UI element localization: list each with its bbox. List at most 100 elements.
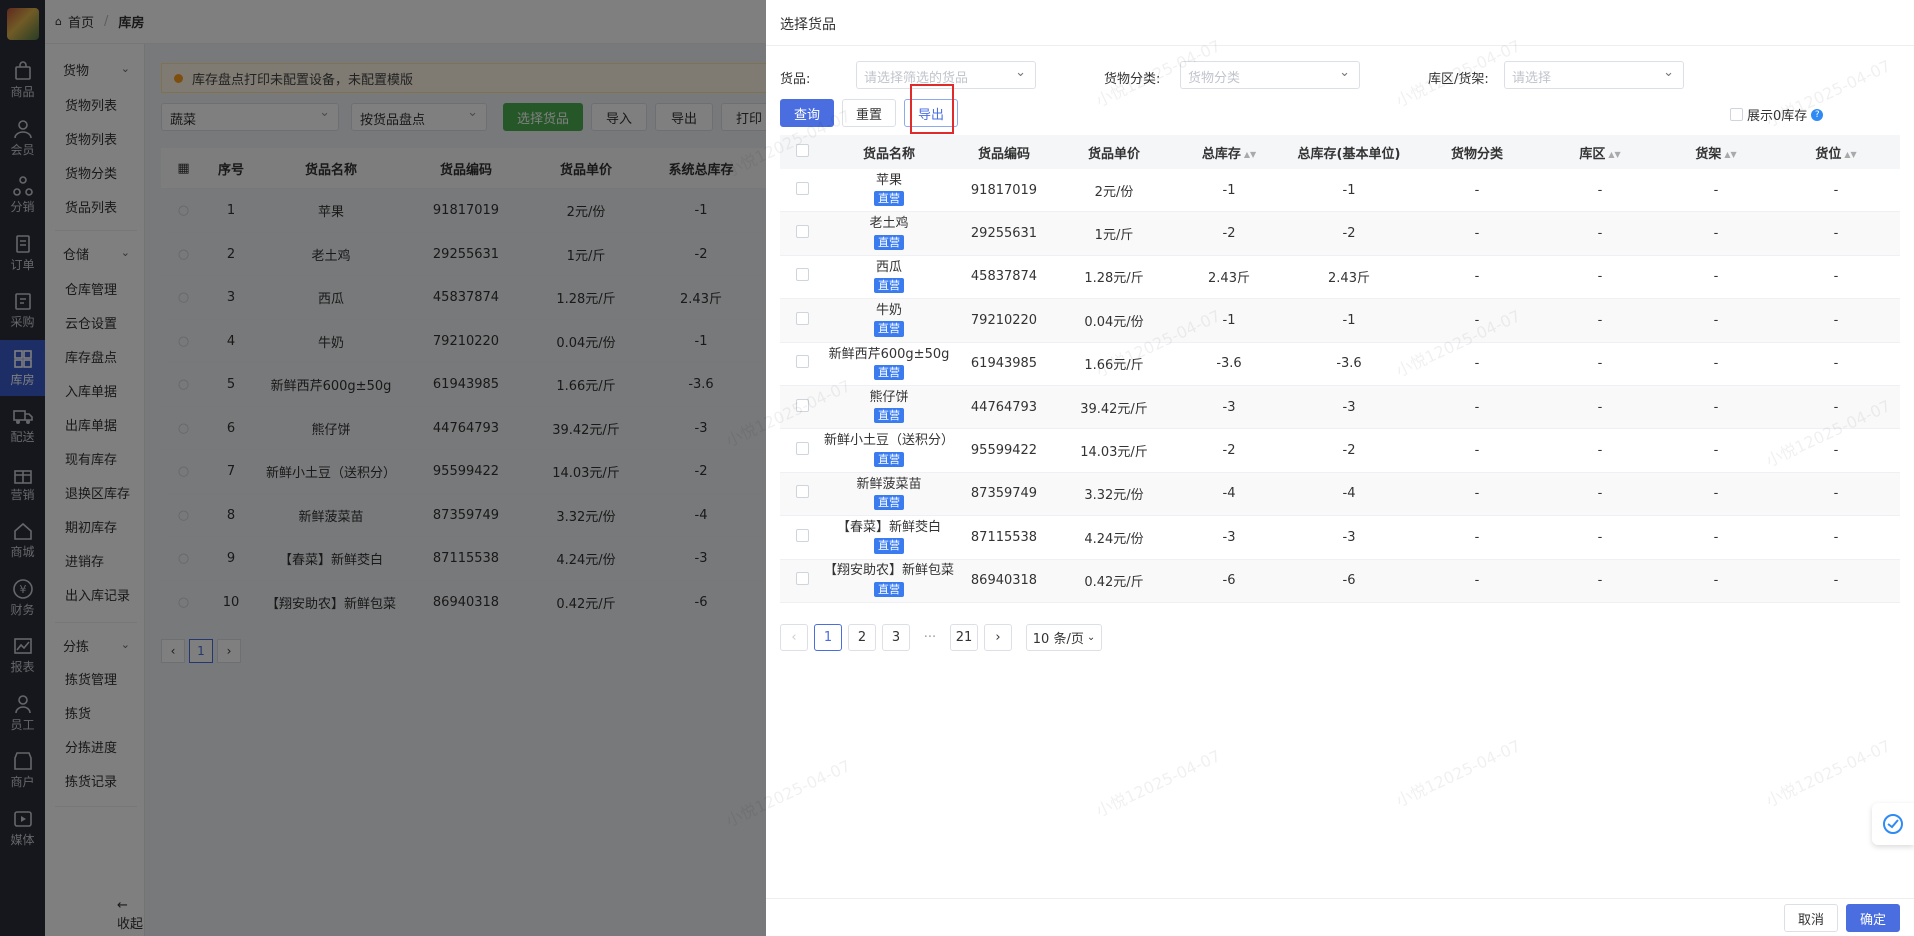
row-checkbox[interactable] <box>780 268 824 285</box>
category-filter-label: 货物分类: <box>1104 72 1161 87</box>
table-cell: - <box>1474 443 1480 459</box>
direct-sale-badge: 直营 <box>874 191 904 207</box>
row-checkbox[interactable] <box>780 528 824 546</box>
direct-sale-badge: 直营 <box>874 494 904 511</box>
goods-name-cell: 【翔安助农】新鲜包菜 直营 <box>824 564 954 597</box>
page-size-select[interactable]: 10 条/页 ⌄ <box>1026 624 1102 651</box>
table-cell: - <box>1713 226 1719 242</box>
chevron-down-icon: ⌄ <box>1339 65 1350 80</box>
goods-name-cell: 新鲜小土豆（送积分） 直营 <box>824 433 955 467</box>
table-cell: -3 <box>1342 529 1356 545</box>
show-zero-stock-toggle[interactable]: 展示0库存 ? <box>1730 105 1824 124</box>
col-header-stock[interactable]: 总库存 ▲▼ <box>1174 143 1284 162</box>
table-cell: -2 <box>1342 226 1356 242</box>
confirm-button[interactable]: 确定 <box>1846 904 1900 932</box>
table-cell: - <box>1833 443 1839 459</box>
show-zero-checkbox[interactable] <box>1730 108 1743 121</box>
table-cell: -2 <box>1342 443 1356 459</box>
help-icon[interactable]: ? <box>1811 108 1824 121</box>
sort-icon[interactable]: ▲▼ <box>1244 150 1256 159</box>
row-checkbox[interactable] <box>780 398 824 416</box>
table-cell: 91817019 <box>970 182 1038 198</box>
col-header-shelf[interactable]: 货架 ▲▼ <box>1660 143 1772 162</box>
table-cell: -3.6 <box>1336 356 1362 372</box>
table-cell: 79210220 <box>970 312 1038 328</box>
page-button[interactable]: 2 <box>848 624 876 651</box>
table-row[interactable]: 新鲜小土豆（送积分） 直营 95599422 14.03元/斤 -2 -2 - - - - <box>780 429 1900 473</box>
goods-name: 新鲜小土豆（送积分） <box>824 433 955 449</box>
goods-name-cell: 熊仔饼 直营 <box>824 390 954 424</box>
goods-name-cell: 新鲜菠菜苗 直营 <box>824 477 954 511</box>
table-row[interactable]: 老土鸡 直营 29255631 1元/斤 -2 -2 - - - - <box>780 212 1900 256</box>
table-cell: 4.24元/份 <box>1084 531 1144 547</box>
row-checkbox[interactable] <box>780 181 824 199</box>
table-cell: - <box>1833 573 1839 589</box>
col-header-price: 货品单价 <box>1087 146 1140 162</box>
table-row[interactable]: 【翔安助农】新鲜包菜 直营 86940318 0.42元/斤 -6 -6 - - - - <box>780 559 1900 603</box>
table-cell: - <box>1597 573 1603 589</box>
reset-button[interactable]: 重置 <box>842 99 896 127</box>
table-cell: - <box>1474 226 1480 242</box>
goods-name: 苹果 <box>875 172 902 188</box>
table-header: 货品名称 货品编码 货品单价 总库存 ▲▼ 总库存(基本单位) 货物分类 库区 ▲▼… <box>780 135 1900 169</box>
table-row[interactable]: 新鲜西芹600g±50g 直营 61943985 1.66元/斤 -3.6 -3.6 - - -… <box>780 343 1900 386</box>
row-checkbox[interactable] <box>780 355 824 372</box>
table-cell: -1 <box>1222 182 1236 198</box>
divider <box>766 45 1914 46</box>
table-row[interactable]: 熊仔饼 直营 44764793 39.42元/斤 -3 -3 - - - - <box>780 385 1900 430</box>
category-filter-placeholder: 货物分类 <box>1188 71 1241 86</box>
col-header-zone-label: 库区 <box>1579 146 1606 162</box>
table-cell: - <box>1833 356 1839 372</box>
row-checkbox[interactable] <box>780 442 824 459</box>
cancel-button[interactable]: 取消 <box>1784 904 1838 932</box>
category-filter-select[interactable]: 货物分类 ⌄ <box>1180 61 1360 89</box>
table-cell: 95599422 <box>970 443 1038 459</box>
table-row[interactable]: 【春菜】新鲜茭白 直营 87115538 4.24元/份 -3 -3 - - - - <box>780 516 1900 560</box>
table-cell: - <box>1713 443 1719 459</box>
table-cell: - <box>1713 269 1719 285</box>
row-checkbox[interactable] <box>780 485 824 502</box>
col-header-zone[interactable]: 库区 ▲▼ <box>1540 143 1660 162</box>
page-button-last[interactable]: 21 <box>950 624 978 651</box>
table-cell: -3.6 <box>1216 356 1242 372</box>
goods-name-cell: 【春菜】新鲜茭白 直营 <box>824 520 954 554</box>
chevron-down-icon: ⌄ <box>1015 65 1026 80</box>
table-cell: - <box>1713 312 1719 328</box>
sort-icon[interactable]: ▲▼ <box>1724 150 1736 159</box>
table-row[interactable]: 牛奶 直营 79210220 0.04元/份 -1 -1 - - - - <box>780 299 1900 343</box>
table-cell: -4 <box>1222 486 1236 502</box>
page-button[interactable]: 1 <box>814 624 842 651</box>
next-page-button[interactable]: › <box>984 624 1012 651</box>
location-filter-select[interactable]: 请选择 ⌄ <box>1504 61 1684 89</box>
table-cell: - <box>1713 529 1719 545</box>
table-cell: -3 <box>1222 399 1236 415</box>
row-checkbox[interactable] <box>780 572 824 589</box>
table-cell: - <box>1597 529 1603 545</box>
drawer-title: 选择货品 <box>780 17 836 33</box>
assistant-icon[interactable] <box>1872 803 1914 845</box>
table-cell: 61943985 <box>970 356 1038 372</box>
col-header-stock-label: 总库存 <box>1201 146 1241 162</box>
table-cell: 0.42元/斤 <box>1084 575 1144 591</box>
prev-page-button[interactable]: ‹ <box>780 624 808 651</box>
table-cell: - <box>1474 399 1480 415</box>
table-row[interactable]: 西瓜 直营 45837874 1.28元/斤 2.43斤 2.43斤 - - - - <box>780 256 1900 300</box>
table-row[interactable]: 苹果 直营 91817019 2元/份 -1 -1 - - - - <box>780 169 1900 213</box>
query-button[interactable]: 查询 <box>780 99 834 127</box>
row-checkbox[interactable] <box>780 311 824 329</box>
row-checkbox[interactable] <box>780 225 824 242</box>
table-cell: - <box>1597 226 1603 242</box>
pagination-ellipsis[interactable]: ··· <box>916 624 944 651</box>
col-header-code: 货品编码 <box>977 146 1030 162</box>
table-cell: - <box>1597 399 1603 415</box>
table-row[interactable]: 新鲜菠菜苗 直营 87359749 3.32元/份 -4 -4 - - - - <box>780 472 1900 517</box>
goods-name-cell: 西瓜 直营 <box>824 260 954 294</box>
table-cell: 1元/斤 <box>1094 228 1134 244</box>
select-all-checkbox[interactable] <box>780 143 824 161</box>
sort-icon[interactable]: ▲▼ <box>1608 150 1620 159</box>
page-button[interactable]: 3 <box>882 624 910 651</box>
sort-icon[interactable]: ▲▼ <box>1844 150 1856 159</box>
direct-sale-badge: 直营 <box>874 408 904 424</box>
col-header-slot[interactable]: 货位 ▲▼ <box>1772 143 1900 162</box>
table-cell: 86940318 <box>970 573 1038 589</box>
